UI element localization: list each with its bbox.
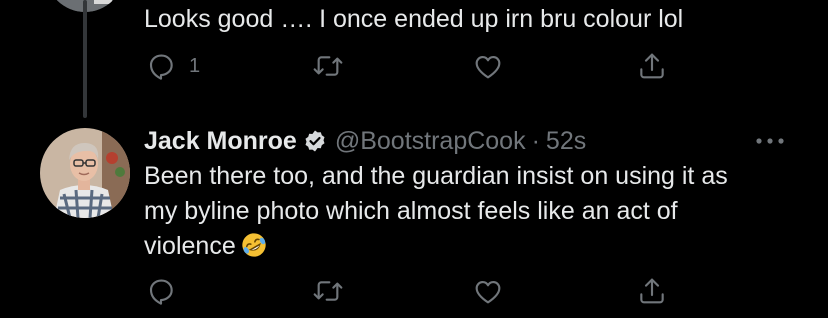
tweet-text-line: my byline photo which almost feels like …	[144, 197, 678, 225]
share-icon	[640, 278, 664, 304]
header-separator: ·	[531, 126, 540, 155]
retweet-button[interactable]	[312, 46, 356, 86]
retweet-icon	[313, 281, 343, 301]
reply-count: 1	[189, 54, 201, 77]
tweet-text-line-end: violence	[144, 232, 236, 260]
previous-tweet-actions: 1	[0, 46, 828, 86]
reply-icon	[149, 279, 173, 305]
share-icon	[640, 53, 664, 79]
tweet-text-line: violence	[144, 229, 794, 264]
heart-icon	[475, 55, 501, 79]
like-button[interactable]	[472, 46, 516, 86]
reply-icon	[149, 54, 173, 80]
tweet-timestamp[interactable]: 52s	[546, 127, 586, 156]
retweet-button[interactable]	[312, 271, 356, 311]
tweet-header: Jack Monroe @BootstrapCook · 52s	[144, 124, 586, 158]
reply-button[interactable]: 1	[145, 46, 200, 86]
author-avatar[interactable]	[40, 128, 130, 218]
verified-badge-icon	[305, 130, 325, 152]
share-button[interactable]	[636, 271, 668, 311]
share-button[interactable]	[636, 46, 668, 86]
reply-button[interactable]	[145, 271, 189, 311]
tweet-text-line: Been there too, and the guardian insist …	[144, 162, 728, 190]
retweet-icon	[313, 56, 343, 76]
more-options-button[interactable]	[752, 126, 788, 156]
heart-icon	[475, 281, 501, 304]
previous-tweet-text: Looks good …. I once ended up irn bru co…	[144, 5, 684, 33]
author-display-name[interactable]: Jack Monroe	[144, 127, 297, 156]
more-options-icon	[756, 138, 784, 144]
author-handle[interactable]: @BootstrapCook	[335, 127, 526, 156]
tweet-text: Been there too, and the guardian insist …	[144, 159, 794, 264]
tweet-actions	[0, 271, 828, 311]
like-button[interactable]	[472, 271, 516, 311]
rolling-on-floor-laughing-emoji	[242, 233, 266, 257]
